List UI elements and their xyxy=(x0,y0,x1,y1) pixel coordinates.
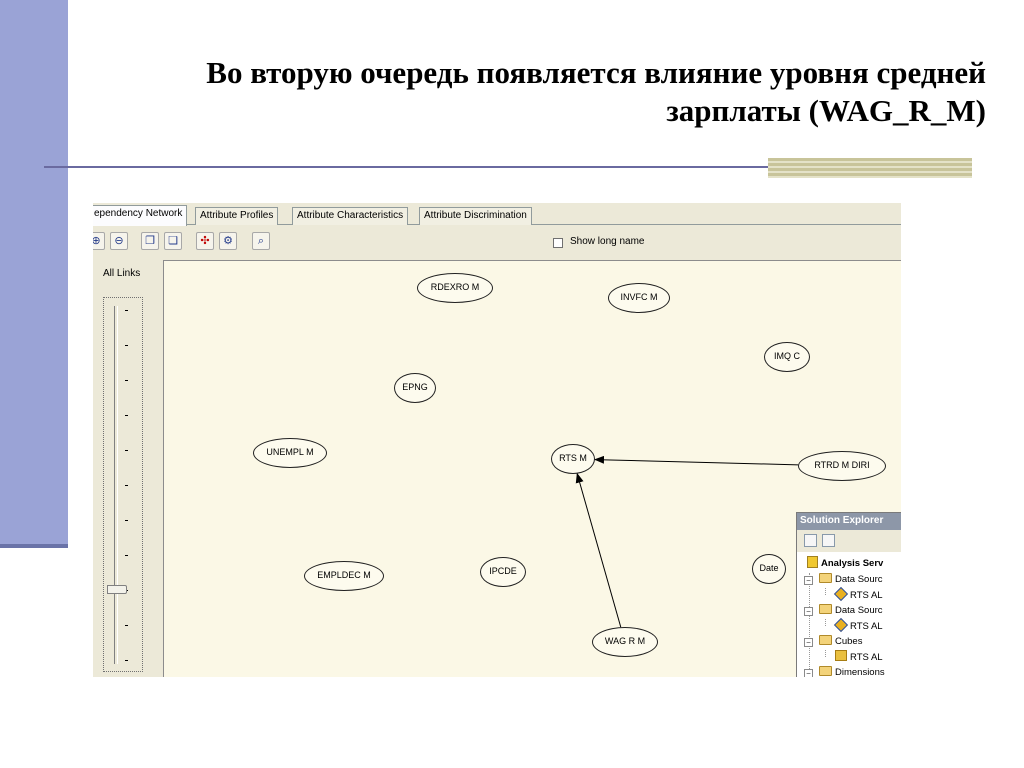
data-source-view-icon xyxy=(833,617,849,633)
slider-tick xyxy=(125,520,128,521)
zoom-in-icon[interactable]: ⊕ xyxy=(93,232,105,250)
tree-item-data-sources[interactable]: Data Sourc xyxy=(819,572,883,587)
tree-item-label: RTS AL xyxy=(850,590,883,601)
solution-explorer-panel: Solution Explorer Analysis Serv − Data S… xyxy=(796,512,901,677)
folder-icon xyxy=(819,604,832,614)
node-epng[interactable]: EPNG xyxy=(394,373,436,403)
tree-item-data-source-views[interactable]: Data Sourc xyxy=(819,603,883,618)
copy-view-icon[interactable]: ❏ xyxy=(164,232,182,250)
tree-item-cubes[interactable]: Cubes xyxy=(819,634,862,649)
show-long-name-label: Show long name xyxy=(570,236,645,247)
node-date[interactable]: Date xyxy=(752,554,786,584)
tree-item-dimensions[interactable]: Dimensions xyxy=(819,665,885,677)
slider-thumb[interactable] xyxy=(107,585,127,594)
collapse-icon[interactable]: − xyxy=(804,669,813,677)
tree-item-label: Cubes xyxy=(835,636,863,647)
tree-item-project[interactable]: Analysis Serv xyxy=(807,556,883,571)
slider-tick xyxy=(125,625,128,626)
layout-icon[interactable]: ⚙ xyxy=(219,232,237,250)
node-ipcde[interactable]: IPCDE xyxy=(480,557,526,587)
node-invfc[interactable]: INVFC M xyxy=(608,283,670,313)
node-rtrd[interactable]: RTRD M DIRI xyxy=(798,451,886,481)
slider-track xyxy=(114,306,118,664)
tree-item-label: Dimensions xyxy=(835,667,885,677)
node-imqc[interactable]: IMQ C xyxy=(764,342,810,372)
link-strength-slider[interactable] xyxy=(103,297,143,672)
node-unempl[interactable]: UNEMPL M xyxy=(253,438,327,468)
slider-tick xyxy=(125,345,128,346)
node-empldec[interactable]: EMPLDEC M xyxy=(304,561,384,591)
fit-to-window-icon[interactable]: ✣ xyxy=(196,232,214,250)
slider-tick xyxy=(125,310,128,311)
slider-tick xyxy=(125,485,128,486)
slider-tick xyxy=(125,660,128,661)
tree-item-label: RTS AL xyxy=(850,621,883,632)
data-source-icon xyxy=(833,586,849,602)
show-all-files-icon[interactable] xyxy=(822,534,835,547)
toolbar: ⊕ ⊖ ❐ ❏ ✣ ⚙ ⌕ Show long name xyxy=(93,227,901,257)
dependency-network-viewer: ependency Network Attribute Profiles Att… xyxy=(93,203,901,677)
edge-wag-to-rts xyxy=(575,472,622,628)
tab-strip: ependency Network Attribute Profiles Att… xyxy=(93,203,901,226)
slide-left-bar-edge xyxy=(0,544,68,548)
slide-title-line-1: Во вторую очередь появляется влияние уро… xyxy=(206,55,986,90)
tree-item-data-source-view[interactable]: RTS AL xyxy=(833,617,883,634)
slider-tick xyxy=(125,380,128,381)
tree-item-cube[interactable]: RTS AL xyxy=(835,650,883,665)
folder-icon xyxy=(819,635,832,645)
tab-attribute-characteristics[interactable]: Attribute Characteristics xyxy=(292,207,409,225)
slide-title: Во вторую очередь появляется влияние уро… xyxy=(106,54,986,130)
title-accent-bar xyxy=(768,158,972,178)
collapse-icon[interactable]: − xyxy=(804,576,813,585)
tree-item-label: RTS AL xyxy=(850,652,883,663)
cube-icon xyxy=(835,650,847,661)
node-rdexro[interactable]: RDEXRO M xyxy=(417,273,493,303)
slide-title-line-2: зарплаты (WAG_R_M) xyxy=(666,93,986,128)
database-icon xyxy=(807,556,818,568)
tab-attribute-discrimination[interactable]: Attribute Discrimination xyxy=(419,207,532,225)
all-links-label: All Links xyxy=(103,268,141,279)
tree-item-label: Analysis Serv xyxy=(821,558,884,569)
tab-dependency-network[interactable]: ependency Network xyxy=(93,205,188,226)
find-node-icon[interactable]: ⌕ xyxy=(252,232,270,250)
copy-graph-icon[interactable]: ❐ xyxy=(141,232,159,250)
node-wag[interactable]: WAG R M xyxy=(592,627,658,657)
properties-icon[interactable] xyxy=(804,534,817,547)
collapse-icon[interactable]: − xyxy=(804,607,813,616)
zoom-out-icon[interactable]: ⊖ xyxy=(110,232,128,250)
tree-item-label: Data Sourc xyxy=(835,574,883,585)
edge-rtrd-to-rts xyxy=(593,455,799,466)
solution-explorer-toolbar xyxy=(797,530,901,552)
tab-attribute-profiles[interactable]: Attribute Profiles xyxy=(195,207,279,225)
network-edges xyxy=(575,455,799,628)
tree-item-label: Data Sourc xyxy=(835,605,883,616)
folder-icon xyxy=(819,573,832,583)
show-long-name-checkbox[interactable] xyxy=(553,238,563,248)
slider-tick xyxy=(125,415,128,416)
network-canvas[interactable]: RDEXRO M INVFC M IMQ C EPNG UNEMPL M RTS M RTR… xyxy=(163,260,901,677)
node-rts[interactable]: RTS M xyxy=(551,444,595,474)
link-strength-panel: All Links xyxy=(93,257,163,677)
collapse-icon[interactable]: − xyxy=(804,638,813,647)
slider-tick xyxy=(125,450,128,451)
tree-item-data-source[interactable]: RTS AL xyxy=(833,586,883,603)
slider-tick xyxy=(125,555,128,556)
folder-icon xyxy=(819,666,832,676)
solution-explorer-title: Solution Explorer xyxy=(797,513,901,530)
slide-left-bar xyxy=(0,0,68,548)
